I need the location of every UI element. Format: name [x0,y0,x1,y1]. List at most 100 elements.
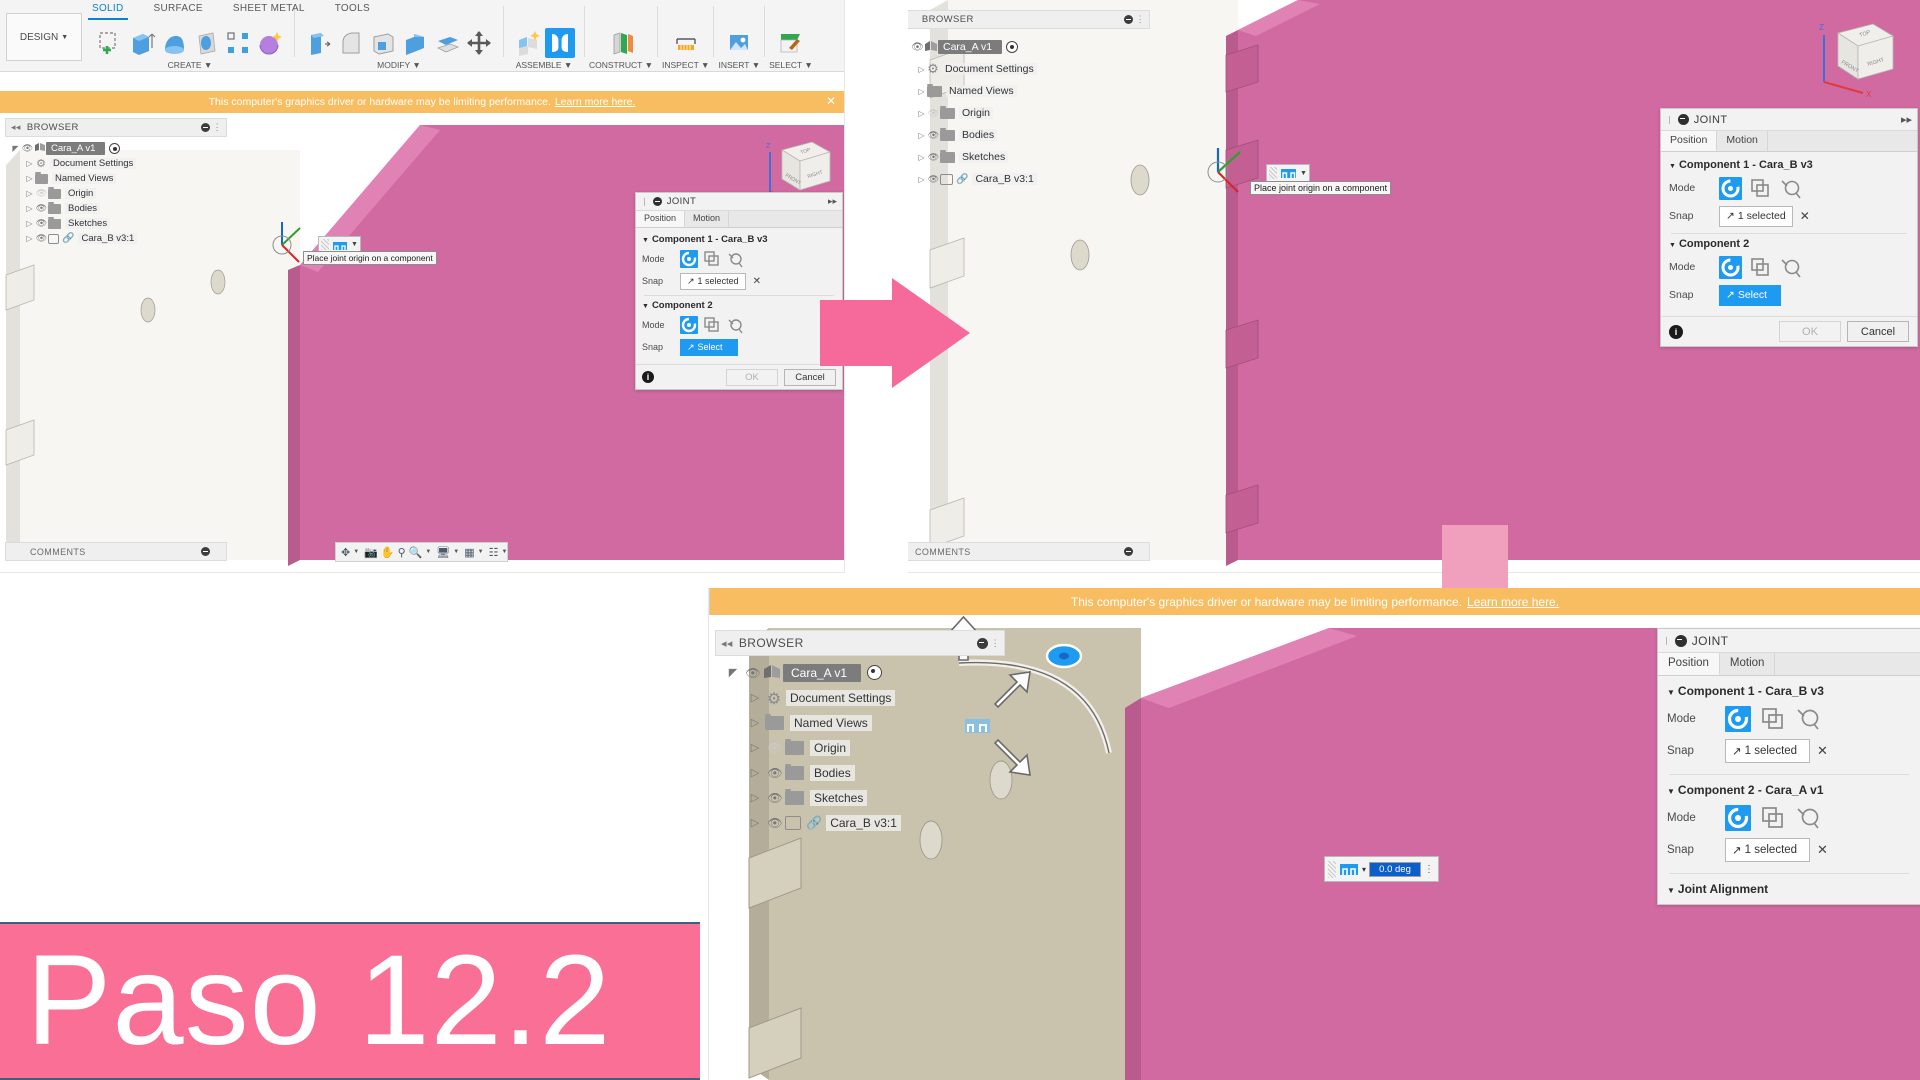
move-copy-icon[interactable] [464,28,494,58]
browser-options-icon-2[interactable] [1124,15,1133,24]
tree-expand-arrow[interactable]: ▷ [916,153,927,162]
joint-dialog-titlebar-2[interactable]: ❘ JOINT ▸▸ [1661,109,1917,131]
tab-position-3[interactable]: Position [1658,653,1720,675]
zoom-window-icon[interactable]: ⚲ [398,546,406,559]
eye-icon[interactable]: 👁 [911,42,924,53]
eye-off-icon[interactable]: 👁 [765,741,785,755]
joint-alignment-header-3[interactable]: ▼ Joint Alignment [1667,882,1911,896]
ribbon-group-insert[interactable]: INSERT ▼ [718,9,760,71]
angle-value-input[interactable] [1369,861,1422,877]
browser-options-icon-3[interactable] [977,637,988,649]
browser-resize-grip-3[interactable]: ⋮ [991,638,1000,649]
between-two-faces-mode-icon[interactable] [1760,706,1786,732]
tab-position-1[interactable]: Position [636,211,686,227]
joint-dialog-2[interactable]: ❘ JOINT ▸▸ Position Motion ▼ Component 1 … [1660,108,1918,347]
point-to-position-mode-icon[interactable] [1779,177,1802,200]
joint-origin-mode-icon[interactable] [1719,255,1742,279]
collapse-icon[interactable] [1677,114,1689,125]
browser-collapse-icon-3[interactable]: ◂◂ [721,637,733,650]
press-pull-icon[interactable] [304,28,334,58]
ribbon-group-select[interactable]: SELECT ▼ [769,9,813,71]
tree-row-origin-2[interactable]: ▷ 👁 Origin [908,102,1170,124]
eye-icon[interactable]: 👁 [35,233,48,244]
tree-row-document-settings-1[interactable]: ▷ ⚙ Document Settings [10,156,240,171]
tree-row-bodies-1[interactable]: ▷ 👁 Bodies [10,201,240,216]
gpu-warning-link-3[interactable]: Learn more here. [1467,595,1559,609]
eye-icon[interactable]: 👁 [743,666,763,680]
tree-row-named-views-2[interactable]: ▷ Named Views [908,80,1170,102]
between-two-faces-mode-icon[interactable] [1749,177,1772,200]
tree-expand-arrow[interactable]: ▷ [916,131,927,140]
info-icon[interactable]: i [642,371,654,383]
tree-row-root-3[interactable]: ◤ 👁 Cara_A v1 [723,660,1033,685]
tree-expand-arrow[interactable]: ▷ [916,175,927,184]
dialog-grab-handle-2[interactable]: ❘ [1666,115,1673,124]
tree-expand-arrow[interactable]: ▷ [24,174,35,183]
ribbon-tab-tools[interactable]: TOOLS [331,0,374,20]
component1-snap-selection-3[interactable]: ↗ 1 selected [1725,739,1810,763]
component2-header-1[interactable]: ▼ Component 2 [642,300,836,311]
ok-button-2[interactable]: OK [1779,321,1841,342]
component1-header-2[interactable]: ▼ Component 1 - Cara_B v3 [1669,159,1909,171]
extrude-icon[interactable] [127,28,157,58]
tree-expand-arrow[interactable]: ▷ [24,189,35,198]
pan-icon[interactable]: 📷 [364,546,378,559]
eye-icon[interactable]: 👁 [927,152,940,163]
view-cube-2[interactable]: TOP FRONT RIGHT Z X [1813,8,1894,99]
eye-icon[interactable]: 👁 [21,143,34,154]
component2-header-2[interactable]: ▼ Component 2 [1669,238,1909,250]
dialog-grab-handle-1[interactable]: ❘ [641,197,648,206]
revolve-icon[interactable] [159,28,189,58]
browser-resize-grip-1[interactable]: ⋮ [213,122,222,133]
tree-expand-arrow[interactable]: ▷ [24,219,35,228]
combine-icon[interactable] [400,28,430,58]
mini-toolbar-grip-1[interactable] [321,239,329,250]
joint-origin-type-icon-3[interactable] [1339,862,1359,877]
eye-icon[interactable]: 👁 [765,766,785,780]
tree-expand-arrow[interactable]: ▷ [916,109,927,118]
browser-tree-3[interactable]: ◤ 👁 Cara_A v1 ▷ ⚙ Document Settings ▷ Na… [723,660,1033,835]
browser-panel-header-1[interactable]: ◂◂ BROWSER ⋮ [5,118,227,137]
joint-origin-mode-icon[interactable] [1725,706,1751,732]
tree-row-bodies-2[interactable]: ▷ 👁 Bodies [908,124,1170,146]
tree-row-origin-1[interactable]: ▷ 👁 Origin [10,186,240,201]
component2-clear-selection-3[interactable]: ✕ [1817,842,1828,858]
joint-dialog-titlebar-1[interactable]: ❘ JOINT ▸▸ [636,193,842,211]
tree-expand-arrow[interactable]: ▷ [24,234,35,243]
point-to-position-mode-icon[interactable] [1795,805,1821,831]
activate-component-radio[interactable] [109,143,121,154]
tree-expand-arrow[interactable]: ▷ [745,816,765,829]
tree-row-named-views-3[interactable]: ▷ Named Views [723,710,1033,735]
new-component-icon[interactable] [513,28,543,58]
component1-clear-selection-2[interactable]: ✕ [1800,209,1810,223]
tab-position-2[interactable]: Position [1661,131,1718,151]
ribbon-group-assemble[interactable]: ASSEMBLE ▼ [508,9,580,71]
tab-motion-3[interactable]: Motion [1720,653,1776,675]
tree-expand-arrow[interactable]: ▷ [745,766,765,779]
joint-origin-type-icon-2[interactable] [1280,167,1297,180]
browser-resize-grip-2[interactable]: ⋮ [1136,14,1145,25]
tree-row-document-settings-3[interactable]: ▷ ⚙ Document Settings [723,685,1033,710]
navigation-bar-1[interactable]: ✥ ▼ 📷 ✋ ⚲ 🔍 ▼ 🖥 ▼ ▦ ▼ ☷ ▼ [335,542,508,562]
tree-expand-arrow[interactable]: ▷ [24,204,35,213]
gpu-warning-link-1[interactable]: Learn more here. [555,96,636,108]
tree-expand-arrow[interactable]: ▷ [745,741,765,754]
joint-dialog-3[interactable]: ❘ JOINT Position Motion ▼ Component 1 - C… [1657,628,1920,905]
fit-icon[interactable]: 🔍 [409,546,423,559]
sweep-icon[interactable] [191,28,221,58]
tree-row-origin-3[interactable]: ▷ 👁 Origin [723,735,1033,760]
zoom-icon[interactable]: ✋ [381,546,395,559]
browser-options-icon-1[interactable] [201,123,210,132]
ribbon-tabstrip-1[interactable]: SOLID SURFACE SHEET METAL TOOLS [88,0,374,20]
component2-snap-selection-3[interactable]: ↗ 1 selected [1725,838,1810,862]
mini-toolbar-dropdown-2[interactable]: ▼ [1300,170,1307,177]
joint-origin-mode-icon[interactable] [680,250,698,268]
browser-tree-1[interactable]: ◤ 👁 Cara_A v1 ▷ ⚙ Document Settings ▷ Na… [10,141,240,246]
eye-off-icon[interactable]: 👁 [927,108,940,119]
point-to-position-mode-icon[interactable] [1779,256,1802,279]
tree-expand-arrow[interactable]: ▷ [916,87,927,96]
joint-dialog-titlebar-3[interactable]: ❘ JOINT [1658,629,1920,653]
angle-type-dropdown[interactable]: ▾ [1362,865,1366,874]
create-sketch-icon[interactable] [95,28,125,58]
design-workspace-button[interactable]: DESIGN ▼ [6,13,82,61]
